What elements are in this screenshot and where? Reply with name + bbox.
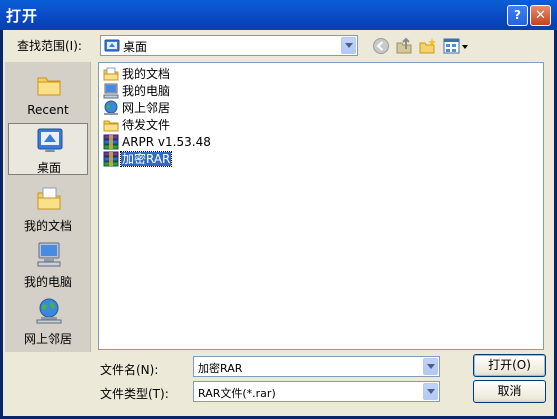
title-bar[interactable]: 打开 ? ✕ [0,0,557,30]
file-name-value: 加密RAR [198,362,243,375]
file-name-label: 文件名(N): [100,363,159,377]
place-label: 桌面 [36,161,61,175]
cancel-button[interactable]: 取消 [473,380,546,403]
desktop-icon [104,39,120,52]
look-in-value: 桌面 [123,40,148,54]
file-type-dropdown-button[interactable] [423,383,438,400]
computer-icon [103,83,119,99]
documents-folder-icon [103,67,119,81]
file-list[interactable]: 我的文档 我的电脑 网上邻居 待发文件 ARPR v1.53.48 加密RAR [98,62,544,350]
views-menu-icon[interactable] [443,37,469,55]
places-bar: Recent 桌面 我的文档 我的电脑 网上邻居 [5,62,91,352]
my-documents-icon [37,187,61,210]
file-label: ARPR v1.53.48 [122,135,211,149]
new-folder-icon[interactable] [419,37,437,55]
look-in-dropdown-button[interactable] [341,37,356,54]
up-folder-icon[interactable] [395,37,413,55]
back-icon[interactable] [372,37,390,55]
place-label: 我的电脑 [23,275,72,289]
file-type-combo[interactable]: RAR文件(*.rar) [193,381,440,402]
place-network[interactable]: 网上邻居 [8,295,88,347]
open-dialog: 打开 ? ✕ 查找范围(I): 桌面 Recent 桌面 我的文档 我的电脑 网… [0,0,557,419]
open-button[interactable]: 打开(O) [473,354,546,377]
rar-archive-icon [103,151,119,167]
file-label: 网上邻居 [122,101,171,115]
place-my-documents[interactable]: 我的文档 [8,182,88,234]
place-my-computer[interactable]: 我的电脑 [8,238,88,290]
window-title: 打开 [6,7,39,25]
file-label: 待发文件 [122,118,171,132]
look-in-combo[interactable]: 桌面 [100,35,358,56]
desktop-icon [37,128,63,152]
rar-archive-icon [103,134,119,150]
close-button[interactable]: ✕ [530,5,551,26]
file-label: 我的电脑 [122,84,171,98]
look-in-label: 查找范围(I): [17,39,82,53]
place-desktop[interactable]: 桌面 [8,123,88,175]
help-button[interactable]: ? [507,5,528,26]
network-icon [104,100,118,115]
recent-icon [37,77,61,96]
place-recent[interactable]: Recent [8,68,88,120]
file-label: 加密RAR [119,151,173,167]
file-label: 我的文档 [122,67,171,81]
place-label: 我的文档 [23,219,72,233]
dialog-body: 查找范围(I): 桌面 Recent 桌面 我的文档 我的电脑 网上邻居 我的文… [3,30,554,416]
folder-icon [103,120,119,132]
my-computer-icon [37,242,61,267]
file-type-value: RAR文件(*.rar) [198,387,276,400]
file-name-dropdown-button[interactable] [423,358,438,375]
place-label: Recent [27,103,69,117]
file-name-combo[interactable]: 加密RAR [193,356,440,377]
file-type-label: 文件类型(T): [100,387,169,401]
network-icon [36,298,62,324]
place-label: 网上邻居 [23,332,72,346]
